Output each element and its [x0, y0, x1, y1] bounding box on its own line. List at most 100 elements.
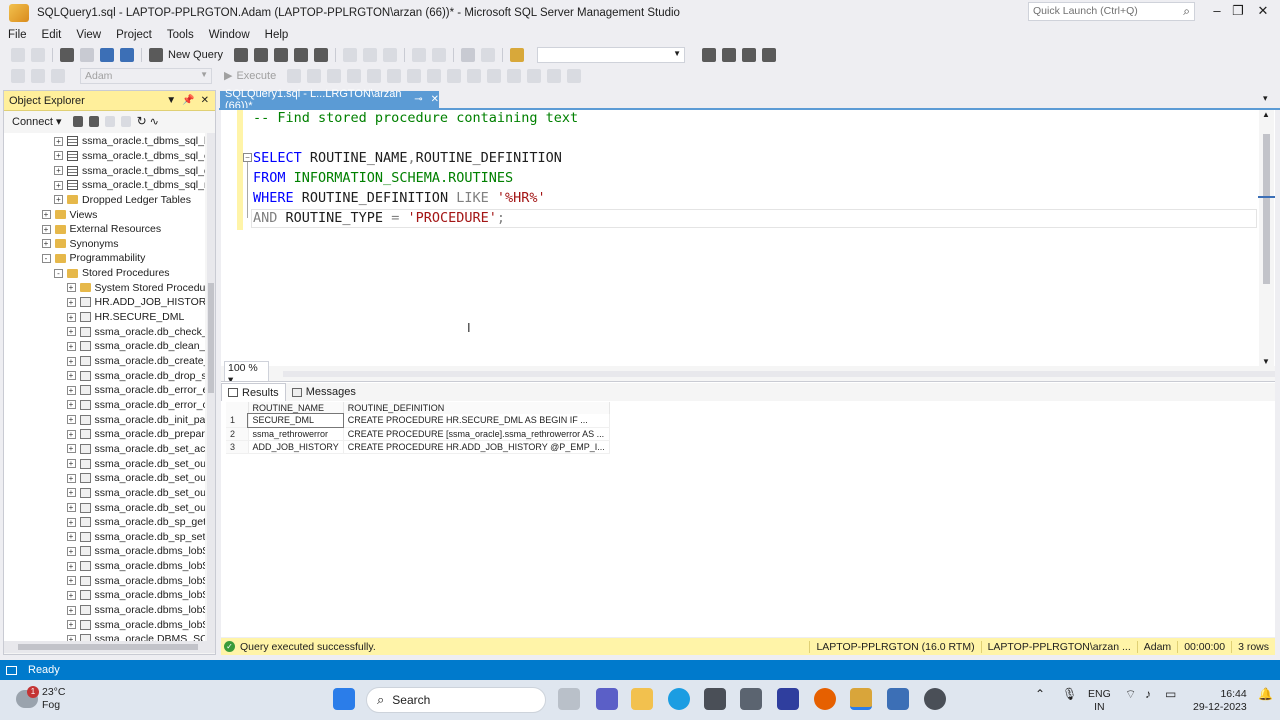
window-layout-icon[interactable]: [762, 47, 777, 62]
tree-item[interactable]: + ssma_oracle.db_drop_s: [66, 368, 205, 383]
menu-tools[interactable]: Tools: [162, 29, 199, 41]
taskbar-search[interactable]: ⌕ Search: [366, 687, 546, 713]
collapse-icon[interactable]: -: [54, 268, 63, 278]
tree-item[interactable]: + ssma_oracle.dbms_lob$: [66, 617, 205, 632]
menu-help[interactable]: Help: [260, 29, 294, 41]
new-query-button[interactable]: New Query: [168, 49, 223, 61]
close-window-button[interactable]: ✕: [1252, 3, 1274, 21]
expand-icon[interactable]: +: [66, 561, 76, 571]
expand-icon[interactable]: +: [66, 503, 76, 513]
table-row[interactable]: 1 SECURE_DML CREATE PROCEDURE HR.SECURE_DM…: [226, 413, 610, 428]
tree-item[interactable]: + ssma_oracle.db_error_c: [66, 398, 205, 413]
redo-icon[interactable]: [432, 47, 447, 62]
expand-icon[interactable]: +: [66, 429, 76, 439]
tree-item[interactable]: + ssma_oracle.t_dbms_sql_c: [54, 149, 205, 164]
cell-routine-definition[interactable]: CREATE PROCEDURE HR.ADD_JOB_HISTORY @P_E…: [343, 440, 610, 454]
tree-item[interactable]: + ssma_oracle.db_check_: [66, 324, 205, 339]
query-editor[interactable]: [221, 110, 1275, 366]
database-select[interactable]: Adam ▼: [80, 67, 212, 84]
menu-window[interactable]: Window: [204, 29, 255, 41]
tree-item[interactable]: + External Resources: [41, 222, 161, 237]
microsoft-store-icon[interactable]: [704, 688, 726, 710]
task-view-icon[interactable]: [558, 688, 580, 710]
forward-icon[interactable]: [31, 47, 45, 62]
tree-item[interactable]: + ssma_oracle.db_set_act: [66, 442, 205, 457]
tree-item[interactable]: + HR.SECURE_DML: [66, 310, 184, 325]
obs-icon[interactable]: [924, 688, 946, 710]
expand-icon[interactable]: +: [66, 400, 76, 410]
outdent-icon[interactable]: [527, 68, 542, 83]
expand-icon[interactable]: +: [66, 459, 76, 469]
scroll-down-icon[interactable]: ▼: [1262, 357, 1270, 366]
restore-button[interactable]: ❐: [1227, 3, 1249, 21]
table-row[interactable]: 3 ADD_JOB_HISTORY CREATE PROCEDURE HR.ADD_…: [226, 440, 610, 454]
expand-icon[interactable]: +: [41, 210, 51, 220]
expand-icon[interactable]: +: [54, 166, 63, 176]
collapse-icon[interactable]: -: [41, 253, 51, 263]
activity-monitor-icon[interactable]: ∿: [150, 115, 159, 128]
expand-icon[interactable]: +: [66, 415, 76, 425]
cell-routine-name[interactable]: ssma_rethrowerror: [248, 427, 344, 441]
wifi-icon[interactable]: ⌔: [1125, 688, 1136, 701]
tree-item[interactable]: + ssma_oracle.db_init_pa: [66, 412, 205, 427]
indent-icon[interactable]: [547, 68, 562, 83]
dropdown-icon[interactable]: [481, 47, 496, 62]
expand-icon[interactable]: +: [66, 590, 76, 600]
object-explorer-vertical-scrollbar[interactable]: [207, 133, 215, 641]
xmla-query-icon[interactable]: [294, 47, 309, 62]
include-plan-icon[interactable]: [387, 68, 402, 83]
scroll-up-icon[interactable]: ▲: [1262, 110, 1270, 119]
change-connection-icon[interactable]: [31, 68, 45, 83]
tree-item[interactable]: + Dropped Ledger Tables: [54, 193, 191, 208]
tree-item[interactable]: + ssma_oracle.dbms_lob$: [66, 559, 205, 574]
volume-icon[interactable]: ♪: [1145, 688, 1151, 701]
display-plan-icon[interactable]: [327, 68, 342, 83]
parse-icon[interactable]: [307, 68, 322, 83]
column-header[interactable]: ROUTINE_NAME: [248, 402, 344, 414]
expand-icon[interactable]: +: [66, 371, 76, 381]
edge-browser-icon[interactable]: [668, 688, 690, 710]
cut-icon[interactable]: [343, 47, 358, 62]
tab-results[interactable]: Results: [221, 383, 286, 401]
expand-icon[interactable]: +: [66, 620, 76, 630]
tree-item[interactable]: + ssma_oracle.db_clean_s: [66, 339, 205, 354]
mdx-query-icon[interactable]: [254, 47, 269, 62]
file-explorer-icon[interactable]: [631, 688, 653, 710]
save-icon[interactable]: [100, 47, 114, 62]
db-engine-query-icon[interactable]: [234, 47, 249, 62]
close-icon[interactable]: ✕: [201, 95, 209, 106]
find-combo[interactable]: ▼: [537, 46, 686, 63]
teams-chat-icon[interactable]: [596, 688, 618, 710]
disconnect-plug-icon[interactable]: [88, 115, 99, 127]
intellisense-icon[interactable]: [367, 68, 382, 83]
expand-icon[interactable]: +: [66, 297, 76, 307]
notifications-icon[interactable]: 🔔: [1258, 688, 1273, 701]
microphone-icon[interactable]: 🎙: [1062, 688, 1077, 701]
tree-item[interactable]: + ssma_oracle.db_set_ou: [66, 456, 205, 471]
row-number[interactable]: 3: [226, 440, 249, 454]
tree-item[interactable]: + ssma_oracle.t_dbms_sql_b: [54, 134, 205, 149]
tree-item[interactable]: + System Stored Procedu: [66, 281, 205, 296]
minimize-button[interactable]: –: [1206, 3, 1228, 21]
visual-studio-icon[interactable]: [777, 688, 799, 710]
tab-sqlquery1[interactable]: SQLQuery1.sql - L...LRGTON\arzan (66))* …: [220, 88, 439, 112]
results-to-text-icon[interactable]: [427, 68, 442, 83]
client-stats-icon[interactable]: [407, 68, 422, 83]
collapse-icon[interactable]: −: [243, 153, 252, 162]
disconnect-icon[interactable]: [51, 68, 65, 83]
connect-icon[interactable]: [11, 68, 25, 83]
tree-item[interactable]: + HR.ADD_JOB_HISTORY: [66, 295, 205, 310]
refresh-icon[interactable]: ↻: [137, 114, 147, 128]
pin-icon[interactable]: 📌: [182, 95, 194, 106]
back-icon[interactable]: [11, 47, 25, 62]
results-to-file-icon[interactable]: [467, 68, 482, 83]
expand-icon[interactable]: +: [66, 341, 76, 351]
close-tab-icon[interactable]: ✕: [431, 94, 439, 105]
editor-vertical-scrollbar[interactable]: ▲ ▼: [1259, 110, 1274, 366]
cell-routine-definition[interactable]: CREATE PROCEDURE [ssma_oracle].ssma_reth…: [343, 427, 610, 441]
expand-icon[interactable]: +: [54, 180, 63, 190]
expand-icon[interactable]: +: [41, 239, 51, 249]
clock[interactable]: 16:44 29-12-2023: [1193, 688, 1247, 714]
tab-messages[interactable]: Messages: [286, 383, 362, 401]
tree-item[interactable]: + ssma_oracle.dbms_lob$: [66, 574, 205, 589]
